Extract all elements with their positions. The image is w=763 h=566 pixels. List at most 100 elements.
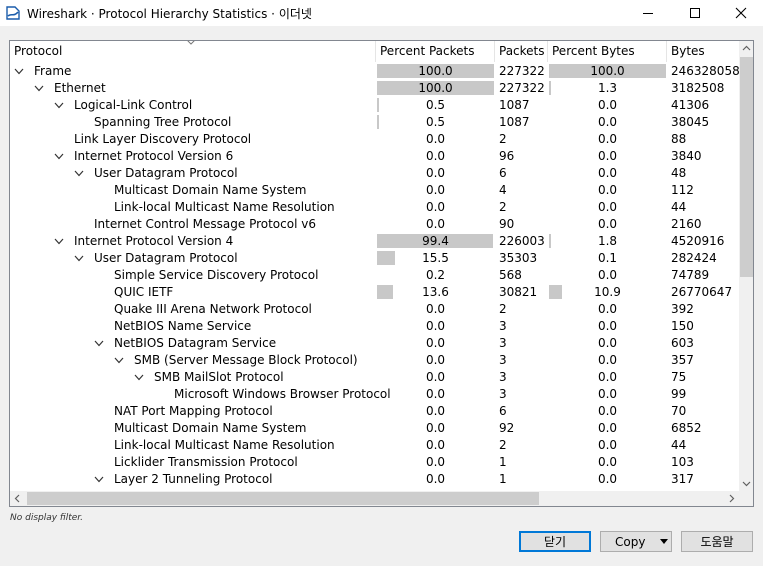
expanded-chevron-icon[interactable]: [14, 67, 24, 76]
tree-row[interactable]: Licklider Transmission Protocol 0.0 1 0.0 10…: [10, 454, 740, 471]
horizontal-scroll-thumb[interactable]: [27, 492, 539, 505]
expanded-chevron-icon[interactable]: [114, 356, 124, 365]
packets-value: 30821: [499, 285, 538, 299]
tree-row[interactable]: Link-local Multicast Name Resolution 0.0 2…: [10, 199, 740, 216]
packets-value: 3: [499, 353, 507, 367]
percent-bytes-value: 0.0: [597, 472, 618, 486]
help-button[interactable]: 도움말: [681, 531, 753, 552]
protocol-name: Microsoft Windows Browser Protocol: [174, 387, 391, 401]
expanded-chevron-icon[interactable]: [134, 373, 144, 382]
packets-value: 3: [499, 387, 507, 401]
tree-row[interactable]: Spanning Tree Protocol 0.5 1087 0.0 38045: [10, 114, 740, 131]
protocol-name: Internet Control Message Protocol v6: [94, 217, 316, 231]
percent-packets-value: 0.0: [425, 217, 446, 231]
bytes-value: 41306: [671, 98, 710, 112]
scroll-down-icon[interactable]: [739, 476, 754, 491]
protocol-name: NAT Port Mapping Protocol: [114, 404, 273, 418]
tree-row[interactable]: User Datagram Protocol 15.5 35303 0.1 282424: [10, 250, 740, 267]
percent-bytes-cell: 0.0: [548, 437, 667, 454]
tree-row[interactable]: Multicast Domain Name System 0.0 4 0.0 112: [10, 182, 740, 199]
tree-row[interactable]: SMB (Server Message Block Protocol) 0.0 3 0…: [10, 352, 740, 369]
packets-value: 3: [499, 370, 507, 384]
expanded-chevron-icon[interactable]: [94, 475, 104, 484]
packets-value: 226003: [499, 234, 545, 248]
percent-bytes-cell: 100.0: [548, 63, 667, 80]
scroll-left-icon[interactable]: [10, 491, 25, 506]
protocol-name: Internet Protocol Version 4: [74, 234, 234, 248]
close-dialog-button[interactable]: 닫기: [519, 531, 591, 552]
header-bytes[interactable]: Bytes: [667, 41, 740, 62]
tree-row[interactable]: Internet Protocol Version 4 99.4 226003 1.8…: [10, 233, 740, 250]
tree-row[interactable]: Internet Protocol Version 6 0.0 96 0.0 3840: [10, 148, 740, 165]
packets-value: 4: [499, 183, 507, 197]
vertical-scrollbar[interactable]: [739, 41, 754, 491]
tree-row[interactable]: Multicast Domain Name System 0.0 92 0.0 6852: [10, 420, 740, 437]
tree-row[interactable]: NetBIOS Name Service 0.0 3 0.0 150: [10, 318, 740, 335]
close-button[interactable]: [718, 0, 763, 26]
scroll-up-icon[interactable]: [739, 41, 754, 56]
percent-bytes-value: 0.0: [597, 115, 618, 129]
tree-row[interactable]: Layer 2 Tunneling Protocol 0.0 1 0.0 317: [10, 471, 740, 488]
expanded-chevron-icon[interactable]: [54, 237, 64, 246]
packets-value: 92: [499, 421, 515, 435]
percent-bytes-value: 0.0: [597, 149, 618, 163]
percent-bytes-cell: 0.0: [548, 352, 667, 369]
vertical-scroll-thumb[interactable]: [740, 57, 753, 277]
expanded-chevron-icon[interactable]: [74, 169, 84, 178]
maximize-button[interactable]: [672, 0, 718, 26]
protocol-hierarchy-tree[interactable]: Protocol Percent Packets Packets Percent…: [9, 40, 754, 507]
expanded-chevron-icon[interactable]: [74, 254, 84, 263]
percent-packets-value: 0.0: [425, 200, 446, 214]
header-percent-bytes[interactable]: Percent Bytes: [548, 41, 667, 62]
tree-row[interactable]: SMB MailSlot Protocol 0.0 3 0.0 75: [10, 369, 740, 386]
tree-row[interactable]: QUIC IETF 13.6 30821 10.9 26770647: [10, 284, 740, 301]
minimize-button[interactable]: [625, 0, 671, 26]
scroll-right-icon[interactable]: [724, 491, 739, 506]
protocol-name: Multicast Domain Name System: [114, 421, 307, 435]
tree-row[interactable]: Link-local Multicast Name Resolution 0.0 2…: [10, 437, 740, 454]
tree-row[interactable]: Internet Control Message Protocol v6 0.0 9…: [10, 216, 740, 233]
header-percent-packets[interactable]: Percent Packets: [376, 41, 495, 62]
tree-row[interactable]: Simple Service Discovery Protocol 0.2 568 0…: [10, 267, 740, 284]
copy-button[interactable]: Copy: [600, 531, 672, 552]
expanded-chevron-icon[interactable]: [34, 84, 44, 93]
packets-value: 1087: [499, 115, 530, 129]
protocol-name: Link Layer Discovery Protocol: [74, 132, 252, 146]
tree-row[interactable]: NetBIOS Datagram Service 0.0 3 0.0 603: [10, 335, 740, 352]
bytes-value: 4520916: [671, 234, 725, 248]
percent-bytes-cell: 0.0: [548, 199, 667, 216]
packets-value: 2: [499, 302, 507, 316]
percent-packets-cell: 0.0: [376, 216, 495, 233]
tree-row[interactable]: NAT Port Mapping Protocol 0.0 6 0.0 70: [10, 403, 740, 420]
percent-bytes-value: 1.8: [597, 234, 618, 248]
percent-bytes-cell: 0.0: [548, 182, 667, 199]
percent-packets-value: 100.0: [418, 64, 453, 78]
packets-value: 1087: [499, 98, 530, 112]
percent-packets-cell: 0.0: [376, 165, 495, 182]
expanded-chevron-icon[interactable]: [54, 101, 64, 110]
packets-value: 2: [499, 132, 507, 146]
tree-row[interactable]: Quake III Arena Network Protocol 0.0 2 0.0 3…: [10, 301, 740, 318]
percent-bytes-cell: 0.0: [548, 386, 667, 403]
protocol-name: Link-local Multicast Name Resolution: [114, 438, 335, 452]
percent-bytes-cell: 0.0: [548, 165, 667, 182]
header-packets[interactable]: Packets: [495, 41, 548, 62]
percent-bytes-cell: 0.0: [548, 403, 667, 420]
tree-row[interactable]: Ethernet 100.0 227322 1.3 3182508: [10, 80, 740, 97]
percent-bytes-value: 0.0: [597, 421, 618, 435]
tree-row[interactable]: Microsoft Windows Browser Protocol 0.0 3 0.…: [10, 386, 740, 403]
tree-row[interactable]: Logical-Link Control 0.5 1087 0.0 41306: [10, 97, 740, 114]
percent-bytes-cell: 0.0: [548, 369, 667, 386]
horizontal-scrollbar[interactable]: [10, 491, 739, 506]
tree-row[interactable]: Link Layer Discovery Protocol 0.0 2 0.0 88: [10, 131, 740, 148]
percent-bytes-cell: 0.0: [548, 97, 667, 114]
tree-row[interactable]: User Datagram Protocol 0.0 6 0.0 48: [10, 165, 740, 182]
packets-value: 2: [499, 200, 507, 214]
percent-packets-value: 0.0: [425, 353, 446, 367]
expanded-chevron-icon[interactable]: [54, 152, 64, 161]
expanded-chevron-icon[interactable]: [94, 339, 104, 348]
packets-value: 6: [499, 166, 507, 180]
tree-row[interactable]: Frame 100.0 227322 100.0 246328058: [10, 63, 740, 80]
percent-packets-value: 0.5: [425, 115, 446, 129]
percent-bytes-cell: 1.3: [548, 80, 667, 97]
